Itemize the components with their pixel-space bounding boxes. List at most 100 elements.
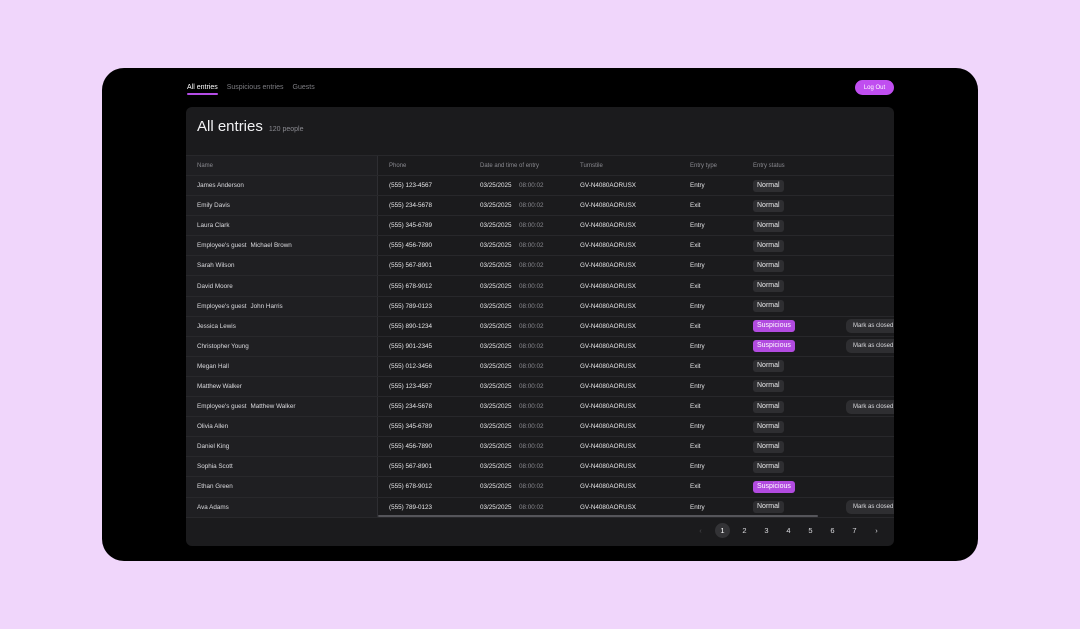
time-cell: 08:00:02 bbox=[519, 182, 544, 190]
name-cell: Employee's guest Michael Brown bbox=[186, 236, 378, 256]
column-header-name: Name bbox=[186, 156, 378, 175]
entry-status-cell: Normal bbox=[753, 276, 784, 295]
table-row[interactable]: Jessica Lewis (555) 890-1234 03/25/2025 08:… bbox=[186, 316, 894, 337]
page-heading: All entries 120 people bbox=[197, 118, 304, 135]
table-row[interactable]: Daniel King (555) 456-7890 03/25/2025 08:00… bbox=[186, 437, 894, 458]
prev-page-icon[interactable]: ‹ bbox=[693, 523, 708, 538]
page-button-4[interactable]: 4 bbox=[781, 523, 796, 538]
entry-status-cell: Normal bbox=[753, 256, 784, 275]
name-cell: Employee's guest Matthew Walker bbox=[186, 397, 378, 417]
table-row[interactable]: Sophia Scott (555) 567-8901 03/25/2025 08:0… bbox=[186, 457, 894, 478]
phone-cell: (555) 678-9012 bbox=[389, 282, 433, 290]
time-cell: 08:00:02 bbox=[519, 322, 544, 330]
time-cell: 08:00:02 bbox=[519, 382, 544, 390]
page-button-5[interactable]: 5 bbox=[803, 523, 818, 538]
action-cell: Mark as closed bbox=[846, 317, 894, 336]
table-row[interactable]: Sarah Wilson (555) 567-8901 03/25/2025 08:0… bbox=[186, 256, 894, 277]
horizontal-scrollbar[interactable] bbox=[378, 515, 894, 518]
turnstile-cell: GV-N4080AORUSX bbox=[580, 202, 636, 210]
date-cell: 03/25/2025 bbox=[480, 242, 512, 250]
entry-status-cell: Suspicious bbox=[753, 337, 795, 356]
entry-status-cell: Normal bbox=[753, 216, 784, 235]
name-cell: Emily Davis bbox=[186, 196, 378, 216]
name-cell: Jessica Lewis bbox=[186, 316, 378, 336]
scrollbar-thumb[interactable] bbox=[378, 515, 818, 517]
nav-tabs: All entries Suspicious entries Guests bbox=[187, 83, 315, 99]
entry-type-cell: Entry bbox=[690, 382, 705, 390]
name-cell: Employee's guest John Harris bbox=[186, 296, 378, 316]
table-row[interactable]: Laura Clark (555) 345-6789 03/25/2025 08:00… bbox=[186, 216, 894, 237]
page-button-3[interactable]: 3 bbox=[759, 523, 774, 538]
time-cell: 08:00:02 bbox=[519, 483, 544, 491]
mark-as-closed-button[interactable]: Mark as closed bbox=[846, 399, 894, 414]
name-cell: Matthew Walker bbox=[186, 376, 378, 397]
date-cell: 03/25/2025 bbox=[480, 382, 512, 390]
entry-status-cell: Normal bbox=[753, 498, 784, 517]
phone-cell: (555) 345-6789 bbox=[389, 423, 433, 431]
time-cell: 08:00:02 bbox=[519, 282, 544, 290]
column-header-phone: Phone bbox=[389, 162, 407, 169]
phone-cell: (555) 234-5678 bbox=[389, 202, 433, 210]
date-cell: 03/25/2025 bbox=[480, 222, 512, 230]
status-badge: Normal bbox=[753, 460, 784, 473]
entry-status-cell: Normal bbox=[753, 397, 784, 416]
table-row[interactable]: Christopher Young (555) 901-2345 03/25/202… bbox=[186, 336, 894, 357]
page-button-2[interactable]: 2 bbox=[737, 523, 752, 538]
person-name: David Moore bbox=[197, 282, 233, 290]
status-badge: Normal bbox=[753, 199, 784, 212]
turnstile-cell: GV-N4080AORUSX bbox=[580, 443, 636, 451]
date-cell: 03/25/2025 bbox=[480, 282, 512, 290]
page-button-1[interactable]: 1 bbox=[715, 522, 730, 538]
time-cell: 08:00:02 bbox=[519, 443, 544, 451]
date-cell: 03/25/2025 bbox=[480, 262, 512, 270]
table-row[interactable]: Matthew Walker (555) 123-4567 03/25/2025 08… bbox=[186, 376, 894, 398]
table-row[interactable]: David Moore (555) 678-9012 03/25/2025 08:00… bbox=[186, 276, 894, 297]
entry-type-cell: Exit bbox=[690, 242, 701, 250]
entry-type-cell: Entry bbox=[690, 302, 705, 310]
status-badge: Normal bbox=[753, 440, 784, 453]
person-name: Ethan Green bbox=[197, 483, 233, 491]
entries-panel: All entries 120 people Name Phone Date a… bbox=[186, 107, 894, 546]
tab-all-entries[interactable]: All entries bbox=[187, 83, 218, 95]
name-cell: Megan Hall bbox=[186, 356, 378, 376]
turnstile-cell: GV-N4080AORUSX bbox=[580, 423, 636, 431]
logout-button[interactable]: Log Out bbox=[855, 80, 894, 95]
mark-as-closed-button[interactable]: Mark as closed bbox=[846, 500, 894, 515]
table-row[interactable]: Employee's guest Matthew Walker (555) 234-… bbox=[186, 397, 894, 418]
entry-type-cell: Exit bbox=[690, 282, 701, 290]
turnstile-cell: GV-N4080AORUSX bbox=[580, 262, 636, 270]
table-row[interactable]: Megan Hall (555) 012-3456 03/25/2025 08:00:… bbox=[186, 356, 894, 377]
entry-status-cell: Normal bbox=[753, 377, 784, 396]
table-row[interactable]: James Anderson (555) 123-4567 03/25/2025 08… bbox=[186, 176, 894, 197]
time-cell: 08:00:02 bbox=[519, 222, 544, 230]
mark-as-closed-button[interactable]: Mark as closed bbox=[846, 319, 894, 334]
person-name: Ava Adams bbox=[197, 503, 229, 511]
tab-guests[interactable]: Guests bbox=[293, 83, 315, 95]
tab-suspicious-entries[interactable]: Suspicious entries bbox=[227, 83, 284, 95]
entry-status-cell: Normal bbox=[753, 437, 784, 456]
page-button-7[interactable]: 7 bbox=[847, 523, 862, 538]
status-badge: Normal bbox=[753, 239, 784, 252]
guest-label: Employee's guest bbox=[197, 403, 247, 411]
phone-cell: (555) 456-7890 bbox=[389, 443, 433, 451]
pagination: ‹ 1 2 3 4 5 6 7 › bbox=[693, 522, 884, 538]
phone-cell: (555) 901-2345 bbox=[389, 342, 433, 350]
phone-cell: (555) 234-5678 bbox=[389, 403, 433, 411]
mark-as-closed-button[interactable]: Mark as closed bbox=[846, 339, 894, 354]
entry-type-cell: Exit bbox=[690, 483, 701, 491]
table-row[interactable]: Olivia Allen (555) 345-6789 03/25/2025 08:0… bbox=[186, 417, 894, 438]
page-button-6[interactable]: 6 bbox=[825, 523, 840, 538]
table-row[interactable]: Employee's guest John Harris (555) 789-012… bbox=[186, 296, 894, 317]
table-row[interactable]: Emily Davis (555) 234-5678 03/25/2025 08:00… bbox=[186, 196, 894, 217]
table-row[interactable]: Employee's guest Michael Brown (555) 456-7… bbox=[186, 236, 894, 257]
entry-type-cell: Exit bbox=[690, 362, 701, 370]
app-window: All entries Suspicious entries Guests Lo… bbox=[102, 68, 978, 561]
phone-cell: (555) 456-7890 bbox=[389, 242, 433, 250]
table-row[interactable]: Ethan Green (555) 678-9012 03/25/2025 08:00… bbox=[186, 477, 894, 498]
status-badge: Normal bbox=[753, 501, 784, 514]
entry-status-cell: Normal bbox=[753, 297, 784, 316]
phone-cell: (555) 345-6789 bbox=[389, 222, 433, 230]
next-page-icon[interactable]: › bbox=[869, 523, 884, 538]
entry-type-cell: Entry bbox=[690, 182, 705, 190]
date-cell: 03/25/2025 bbox=[480, 403, 512, 411]
